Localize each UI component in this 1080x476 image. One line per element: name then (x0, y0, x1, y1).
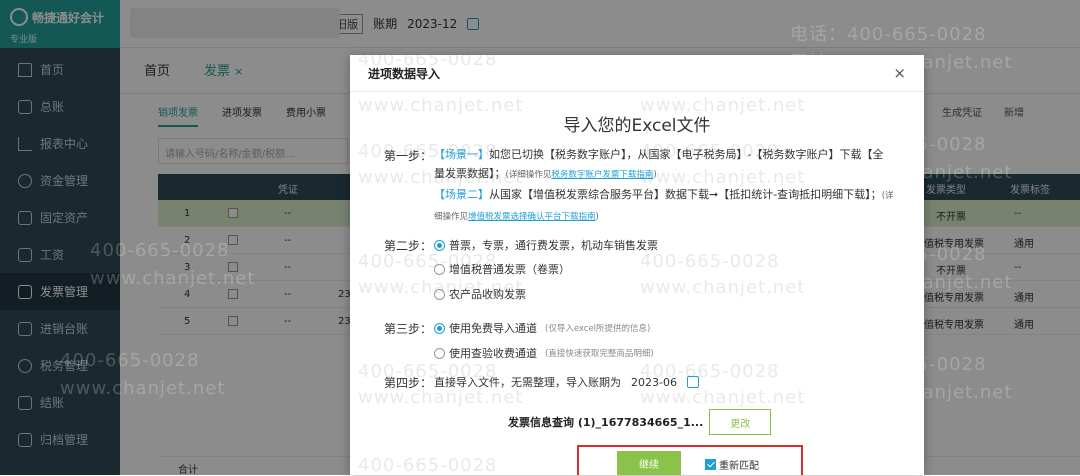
step4-text: 直接导入文件，无需整理，导入账期为 2023-06 (434, 374, 699, 390)
option-note: (直接快速获取完整商品明细) (545, 349, 654, 359)
file-row: 发票信息查询 (1)_1677834665_1... 更改 (508, 409, 772, 435)
watermark: 400-665-0028 (640, 251, 780, 272)
radio-icon[interactable] (434, 263, 445, 275)
invoice-type-option[interactable]: 增值税普通发票（卷票） (434, 261, 570, 277)
scenario2-tag: 【场景二】 (434, 188, 489, 201)
highlight-frame (577, 445, 803, 475)
modal-heading: 导入您的Excel文件 (563, 116, 711, 136)
step3-label: 第三步： (384, 322, 433, 336)
scenario2-guide-link[interactable]: 增值税发票选择确认平台下载指南 (468, 212, 596, 222)
radio-icon[interactable] (434, 347, 445, 359)
scenario1-tag: 【场景一】 (434, 148, 489, 161)
step1-label: 第一步： (384, 149, 433, 163)
option-label: 农产品收购发票 (449, 288, 526, 301)
radio-icon[interactable] (434, 288, 445, 300)
invoice-type-option[interactable]: 普票，专票，通行费发票，机动车销售发票 (434, 237, 658, 253)
scenario2-note-end: ) (595, 212, 599, 222)
watermark: www.chanjet.net (358, 387, 524, 408)
option-label: 普票，专票，通行费发票，机动车销售发票 (449, 239, 658, 252)
file-name: 发票信息查询 (1)_1677834665_1... (508, 416, 704, 429)
option-label: 增值税普通发票（卷票） (449, 263, 570, 276)
step4-description: 直接导入文件，无需整理，导入账期为 (434, 376, 621, 389)
import-period: 2023-06 (631, 375, 677, 389)
option-note: (仅导入excel所提供的信息) (545, 324, 651, 334)
radio-selected-icon[interactable] (434, 322, 445, 334)
option-label: 使用查验收费通道 (449, 347, 537, 360)
invoice-type-option[interactable]: 农产品收购发票 (434, 286, 526, 302)
watermark: www.chanjet.net (640, 277, 806, 298)
scenario1-note-end: ) (653, 170, 657, 180)
modal-title: 进项数据导入 (368, 66, 441, 81)
step4-label: 第四步： (384, 376, 433, 390)
close-icon[interactable]: × (893, 64, 906, 82)
radio-selected-icon[interactable] (434, 239, 445, 251)
channel-option[interactable]: 使用查验收费通道 (直接快速获取完整商品明细) (434, 345, 654, 361)
change-file-button[interactable]: 更改 (709, 409, 772, 435)
rematch-checkbox[interactable]: 重新匹配 (705, 457, 759, 472)
scenario1-text: 如您已切换【税务数字账户】，从国家【电子税务局】-【税务数字账户】下载【全量发票… (434, 148, 884, 180)
watermark: www.chanjet.net (640, 387, 806, 408)
calendar-icon[interactable] (686, 376, 699, 388)
modal-header: 进项数据导入 × (350, 55, 924, 92)
step1-text: 【场景一】如您已切换【税务数字账户】，从国家【电子税务局】-【税务数字账户】下载… (434, 145, 894, 227)
checkbox-checked-icon[interactable] (705, 459, 716, 470)
scenario2-text: 从国家【增值税发票综合服务平台】数据下载➞【抵扣统计-查询抵扣明细下载】； (489, 188, 882, 201)
scenario1-guide-link[interactable]: 税务数字账户发票下载指南 (551, 170, 653, 180)
scenario1-note: (详细操作见 (505, 170, 552, 180)
channel-option[interactable]: 使用免费导入通道 (仅导入excel所提供的信息) (434, 320, 650, 336)
import-modal: 400-665-0028 www.chanjet.net 400-665-002… (350, 55, 924, 475)
option-label: 使用免费导入通道 (449, 322, 537, 335)
watermark: 400-665-0028 (358, 455, 498, 475)
rematch-label: 重新匹配 (719, 461, 759, 472)
continue-button[interactable]: 继续 (617, 451, 681, 475)
step2-label: 第二步： (384, 239, 433, 253)
